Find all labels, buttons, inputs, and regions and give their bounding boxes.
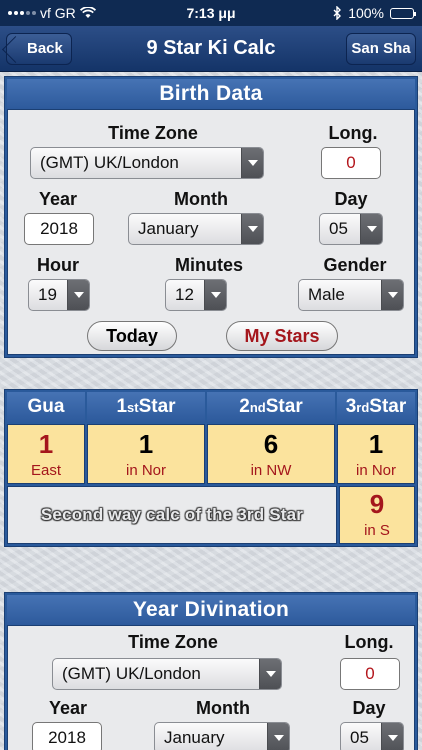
third-star-number: 1	[368, 429, 384, 459]
battery-percent: 100%	[348, 5, 384, 21]
header-third-star: 3rdStar	[337, 392, 415, 422]
yd-year-label: Year	[48, 698, 88, 718]
timezone-label: Time Zone	[108, 123, 198, 143]
year-input[interactable]: 2018	[24, 213, 94, 245]
chevron-down-icon	[259, 659, 281, 689]
third-star-direction: in Nor	[355, 462, 396, 479]
gender-label: Gender	[323, 255, 387, 275]
chevron-down-icon	[381, 723, 403, 750]
month-value: January	[138, 219, 199, 238]
chevron-down-icon	[67, 280, 89, 310]
first-star-number: 1	[138, 429, 154, 459]
day-value: 05	[329, 219, 348, 238]
yd-day-select[interactable]: 05	[340, 722, 404, 750]
yd-year-input[interactable]: 2018	[32, 722, 102, 750]
yd-month-select[interactable]: January	[154, 722, 290, 750]
minutes-select[interactable]: 12	[165, 279, 227, 311]
second-way-number: 9	[369, 489, 385, 519]
second-way-direction: in S	[364, 522, 390, 539]
second-star-number: 6	[263, 429, 279, 459]
year-divination-title: Year Divination	[7, 595, 415, 625]
hour-label: Hour	[37, 255, 79, 275]
first-star-cell: 1 in Nor	[87, 424, 205, 484]
header-gua: Gua	[7, 392, 85, 422]
yd-timezone-select[interactable]: (GMT) UK/London	[52, 658, 282, 690]
second-star-cell: 6 in NW	[207, 424, 335, 484]
minutes-label: Minutes	[174, 255, 243, 275]
second-way-cell: 9 in S	[339, 486, 415, 544]
yd-month-value: January	[164, 728, 225, 747]
second-way-label: Second way calc of the 3rd Star	[7, 486, 337, 544]
month-select[interactable]: January	[128, 213, 264, 245]
yd-month-label: Month	[196, 698, 250, 718]
chevron-down-icon	[204, 280, 226, 310]
longitude-input[interactable]: 0	[321, 147, 381, 179]
yd-timezone-label: Time Zone	[128, 632, 218, 652]
minutes-value: 12	[175, 285, 194, 304]
month-label: Month	[174, 189, 228, 209]
gua-cell: 1 East	[7, 424, 85, 484]
status-bar: vf GR 7:13 μμ 100%	[0, 0, 422, 26]
chevron-down-icon	[360, 214, 382, 244]
year-label: Year	[38, 189, 78, 209]
yd-longitude-input[interactable]: 0	[340, 658, 400, 690]
day-select[interactable]: 05	[319, 213, 383, 245]
chevron-down-icon	[241, 214, 263, 244]
birth-data-body: Time Zone Long. (GMT) UK/London 0 Year M…	[7, 109, 415, 355]
yd-day-value: 05	[350, 728, 369, 747]
battery-icon	[390, 7, 416, 19]
day-label: Day	[334, 189, 368, 209]
yd-timezone-value: (GMT) UK/London	[62, 664, 201, 683]
year-divination-body: Time Zone Long. (GMT) UK/London 0 Year M…	[7, 625, 415, 750]
chevron-down-icon	[241, 148, 263, 178]
bluetooth-icon	[333, 6, 342, 20]
my-stars-button[interactable]: My Stars	[226, 321, 338, 351]
gender-select[interactable]: Male	[298, 279, 404, 311]
gua-number: 1	[38, 429, 54, 459]
birth-data-panel: Birth Data Time Zone Long. (GMT) UK/Lond…	[4, 76, 418, 358]
third-star-cell: 1 in Nor	[337, 424, 415, 484]
header-second-star: 2ndStar	[207, 392, 335, 422]
hour-select[interactable]: 19	[28, 279, 90, 311]
hour-value: 19	[38, 285, 57, 304]
stars-table: Gua 1stStar 2ndStar 3rdStar 1 East 1 in …	[4, 389, 418, 547]
header-first-star: 1stStar	[87, 392, 205, 422]
today-button[interactable]: Today	[87, 321, 177, 351]
long-label: Long.	[328, 123, 378, 143]
yd-day-label: Day	[352, 698, 386, 718]
birth-data-title: Birth Data	[7, 79, 415, 109]
san-sha-button[interactable]: San Sha	[346, 33, 416, 65]
chevron-down-icon	[381, 280, 403, 310]
gender-value: Male	[308, 285, 345, 304]
second-star-direction: in NW	[250, 462, 292, 479]
timezone-select[interactable]: (GMT) UK/London	[30, 147, 264, 179]
timezone-value: (GMT) UK/London	[40, 153, 179, 172]
yd-long-label: Long.	[344, 632, 394, 652]
gua-direction: East	[30, 462, 61, 479]
first-star-direction: in Nor	[125, 462, 166, 479]
year-divination-panel: Year Divination Time Zone Long. (GMT) UK…	[4, 592, 418, 750]
navigation-bar: Back 9 Star Ki Calc San Sha	[0, 26, 422, 72]
chevron-down-icon	[267, 723, 289, 750]
